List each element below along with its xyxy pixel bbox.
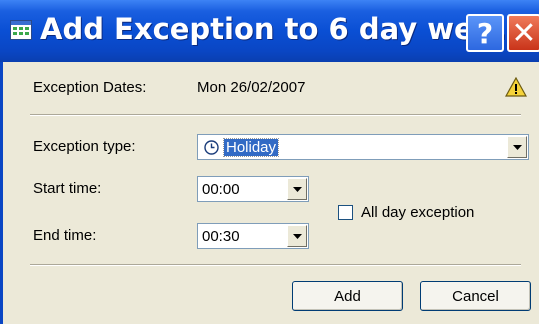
all-day-checkbox[interactable] — [338, 205, 353, 220]
clock-icon — [204, 139, 219, 155]
add-button[interactable]: Add — [292, 281, 403, 311]
start-time-select[interactable]: 00:00 — [197, 176, 309, 202]
chevron-down-icon[interactable] — [507, 136, 527, 158]
exception-type-select[interactable]: Holiday — [197, 134, 529, 160]
start-time-label: Start time: — [33, 180, 102, 197]
help-button[interactable]: ? — [466, 14, 504, 52]
end-time-label: End time: — [33, 227, 97, 244]
start-time-value: 00:00 — [202, 180, 240, 198]
window-title: Add Exception to 6 day we... — [40, 12, 507, 46]
divider — [30, 114, 521, 116]
divider — [30, 264, 521, 266]
title-bar[interactable]: Add Exception to 6 day we... ? ✕ — [0, 0, 539, 62]
end-time-value: 00:30 — [202, 227, 240, 245]
exception-dates-label: Exception Dates: — [33, 79, 147, 96]
chevron-down-icon[interactable] — [287, 178, 307, 200]
end-time-select[interactable]: 00:30 — [197, 223, 309, 249]
close-button[interactable]: ✕ — [507, 14, 539, 52]
calendar-grid-icon — [10, 20, 32, 40]
warning-icon — [505, 77, 527, 97]
exception-type-value: Holiday — [222, 137, 280, 157]
exception-type-label: Exception type: — [33, 138, 136, 155]
all-day-label[interactable]: All day exception — [361, 204, 474, 221]
cancel-button[interactable]: Cancel — [420, 281, 531, 311]
exception-dates-value: Mon 26/02/2007 — [197, 79, 306, 96]
chevron-down-icon[interactable] — [287, 225, 307, 247]
